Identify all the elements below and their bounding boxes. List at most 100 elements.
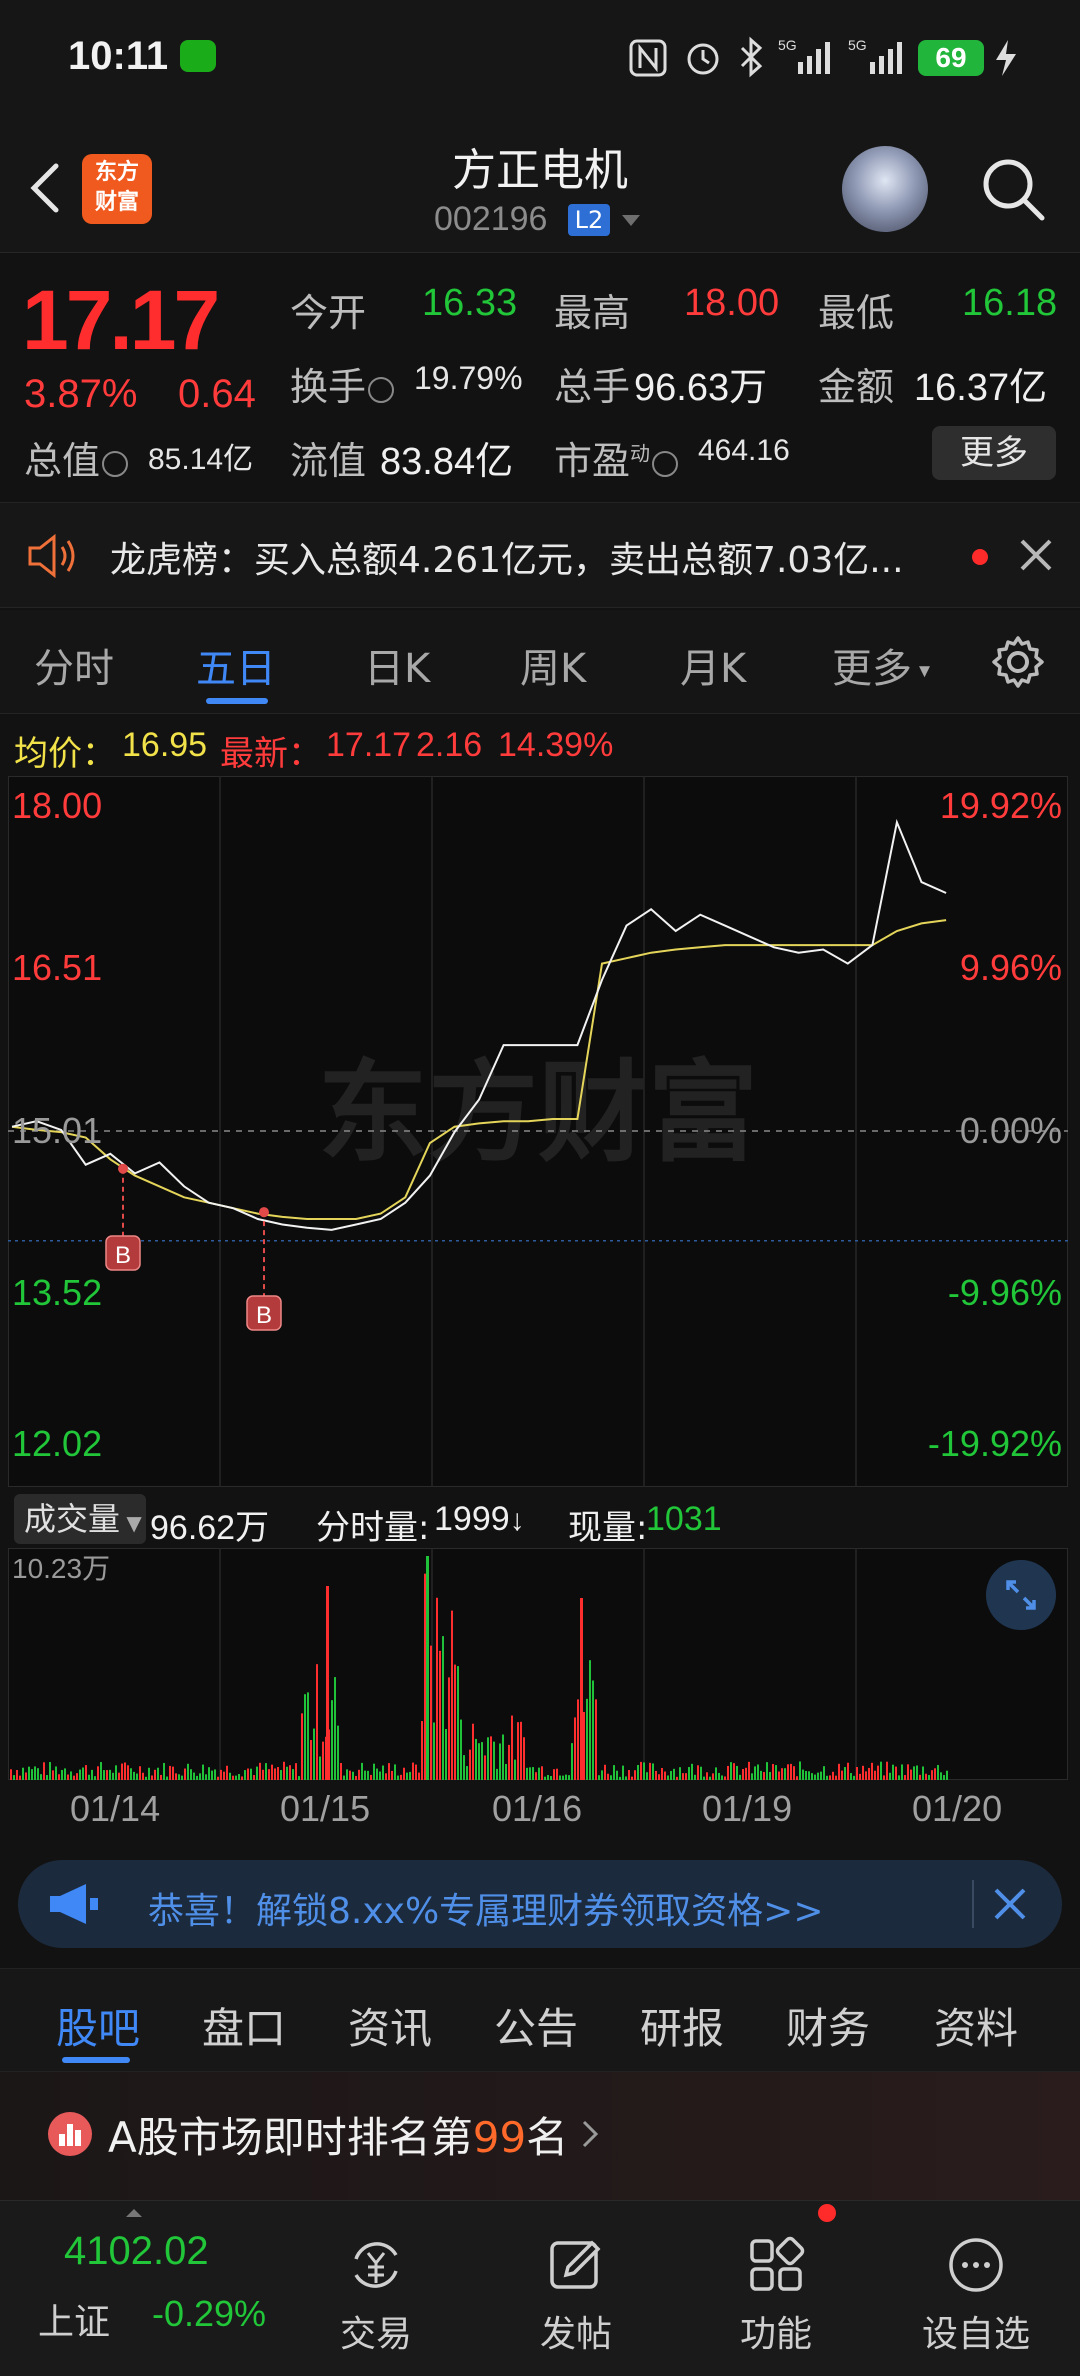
volume-bar: [253, 1775, 255, 1780]
volume-bar: [655, 1770, 657, 1780]
tab-guba[interactable]: 股吧: [56, 1995, 140, 2056]
stock-code[interactable]: 002196: [434, 200, 547, 239]
tab-announcements[interactable]: 公告: [494, 1995, 578, 2056]
volume-bar: [55, 1766, 57, 1780]
volume-bar: [172, 1766, 174, 1780]
volume-bar: [304, 1694, 306, 1780]
promo-banner[interactable]: 恭喜！解锁8.xx%专属理财券领取资格>>: [18, 1860, 1062, 1948]
volume-bar: [49, 1762, 51, 1780]
low-label: 最低: [818, 291, 895, 335]
volume-bar: [610, 1775, 612, 1780]
search-icon[interactable]: [978, 154, 1048, 224]
volume-bar: [838, 1763, 840, 1780]
volume-bar: [793, 1766, 795, 1780]
volume-bar: [859, 1773, 861, 1780]
tab-day-k[interactable]: 日K: [364, 636, 430, 694]
index-value[interactable]: 4102.02: [64, 2229, 209, 2274]
tab-month-k[interactable]: 月K: [680, 636, 746, 694]
gear-icon[interactable]: [990, 634, 1046, 690]
volume-bar: [511, 1715, 513, 1780]
volume-bar: [835, 1775, 837, 1780]
more-button[interactable]: 更多: [932, 426, 1056, 480]
volume-dropdown[interactable]: 成交量 ▼: [14, 1494, 146, 1544]
volume-bar: [124, 1762, 126, 1780]
volume-bar: [361, 1762, 363, 1780]
volume-bar: [700, 1766, 702, 1780]
volume-bar: [709, 1776, 711, 1780]
volume-bar: [523, 1737, 525, 1780]
volume-bar: [409, 1771, 411, 1780]
volume-bar: [778, 1771, 780, 1780]
price-chart-svg[interactable]: 东方财富 B B 18.00 19.92% 16.51 9.96% 15.01 0.00% 13.…: [8, 776, 1068, 1487]
trade-icon: [354, 2242, 398, 2288]
tab-five-day[interactable]: 五日: [196, 636, 276, 694]
index-name[interactable]: 上证: [38, 2293, 110, 2345]
turnover-value: 19.79%: [414, 360, 523, 396]
dragon-tiger-bar[interactable]: 龙虎榜：买入总额4.261亿元，卖出总额7.03亿...: [0, 502, 1080, 608]
market-ranking[interactable]: A股市场即时排名第99名: [0, 2072, 1080, 2202]
chevron-down-icon[interactable]: [622, 215, 640, 226]
volume-bar: [319, 1756, 321, 1780]
volume-bar: [856, 1766, 858, 1780]
volume-bar: [565, 1774, 567, 1780]
promo-text[interactable]: 恭喜！解锁8.xx%专属理财券领取资格>>: [148, 1882, 824, 1934]
volume-chart[interactable]: 10.23万: [8, 1548, 1068, 1780]
volume-bar: [850, 1773, 852, 1780]
nav-functions[interactable]: 功能: [676, 2201, 876, 2376]
volume-bar: [676, 1776, 678, 1780]
tab-more[interactable]: 更多 ▾: [832, 636, 930, 694]
robot-assistant-icon[interactable]: [842, 146, 928, 232]
volume-bar: [826, 1775, 828, 1780]
volume-bar: [326, 1586, 329, 1780]
volume-bar: [415, 1764, 417, 1780]
tab-fenshi[interactable]: 分时: [34, 636, 114, 694]
tab-news[interactable]: 资讯: [348, 1995, 432, 2056]
volume-bar: [34, 1766, 36, 1780]
volume-bar: [370, 1774, 372, 1780]
volume-bar: [448, 1677, 450, 1780]
volume-bar: [931, 1770, 933, 1780]
volume-bar: [475, 1738, 477, 1780]
close-icon[interactable]: [1014, 533, 1058, 577]
volume-bar: [433, 1722, 435, 1780]
dragon-tiger-text[interactable]: 龙虎榜：买入总额4.261亿元，卖出总额7.03亿...: [110, 531, 950, 583]
volume-bar: [799, 1761, 801, 1780]
volume-bar: [121, 1763, 123, 1780]
latest-label: 最新：: [220, 734, 322, 774]
tab-week-k[interactable]: 周K: [520, 636, 586, 694]
tab-profile[interactable]: 资料: [934, 1995, 1018, 2056]
volume-bar: [946, 1770, 948, 1780]
chevron-right-icon[interactable]: [580, 2118, 600, 2150]
tab-pankou[interactable]: 盘口: [202, 1995, 286, 2056]
nav-add-watchlist[interactable]: 设自选: [876, 2201, 1076, 2376]
volume-bar: [886, 1761, 888, 1780]
volume-bar: [493, 1741, 495, 1780]
volume-bar: [466, 1766, 468, 1780]
volume-bar: [142, 1772, 144, 1780]
level2-badge[interactable]: L2: [568, 204, 610, 236]
volume-bar: [307, 1692, 309, 1780]
five-day-price-chart[interactable]: 东方财富 B B 18.00 19.92% 16.51 9.96% 15.01 0.00% 13.…: [8, 776, 1068, 1487]
expand-icon[interactable]: [986, 1560, 1056, 1630]
volume-bar: [829, 1775, 831, 1780]
volume-bar: [871, 1762, 873, 1780]
nav-post[interactable]: 发帖: [476, 2201, 676, 2376]
volume-bar: [841, 1770, 843, 1780]
chevron-up-icon[interactable]: [126, 2209, 142, 2217]
volume-chart-svg[interactable]: 10.23万: [8, 1548, 1068, 1780]
edit-icon: [550, 2240, 601, 2289]
now-volume-label: 现量:: [568, 1508, 648, 1548]
volume-bar: [52, 1770, 54, 1780]
close-icon[interactable]: [988, 1882, 1032, 1926]
y-tick-label: 12.02: [12, 1423, 102, 1464]
ranking-text[interactable]: A股市场即时排名第99名: [108, 2104, 568, 2165]
latest-percent: 14.39%: [498, 726, 614, 764]
y-pct-tick-label: 0.00%: [960, 1110, 1062, 1151]
tab-research[interactable]: 研报: [640, 1995, 724, 2056]
wechat-icon: [180, 40, 216, 72]
volume-bar: [679, 1767, 681, 1780]
volume-bar: [16, 1770, 18, 1780]
nav-trade[interactable]: 交易: [276, 2201, 476, 2376]
volume-bar: [259, 1762, 261, 1780]
tab-finance[interactable]: 财务: [786, 1995, 870, 2056]
